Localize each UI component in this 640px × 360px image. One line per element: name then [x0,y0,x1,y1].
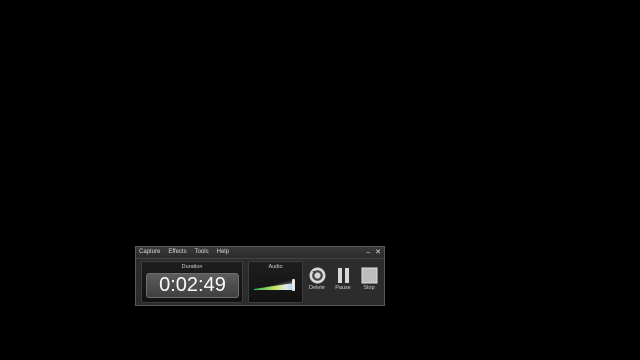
recorder-toolbar: Capture Effects Tools Help – ✕ Duration … [135,246,385,306]
delete-label: Delete [309,285,325,291]
stop-label: Stop [363,285,375,291]
close-button[interactable]: ✕ [375,247,381,258]
duration-label: Duration [181,264,203,270]
stop-button[interactable]: Stop [358,267,380,291]
menu-bar: Capture Effects Tools Help – ✕ [136,247,384,259]
stop-icon [361,267,377,284]
pause-label: Pause [335,285,351,291]
audio-panel: Audio [248,261,303,303]
refresh-delete-icon [309,267,325,284]
pause-button[interactable]: Pause [332,267,354,291]
delete-button[interactable]: Delete [306,267,328,291]
menu-tools[interactable]: Tools [195,247,209,258]
duration-timer: 0:02:49 [146,273,239,298]
menu-effects[interactable]: Effects [168,247,186,258]
audio-level-meter[interactable] [254,278,298,292]
minimize-button[interactable]: – [366,247,370,258]
menu-help[interactable]: Help [217,247,229,258]
duration-panel: Duration 0:02:49 [141,261,243,303]
pause-icon [337,268,349,283]
menu-capture[interactable]: Capture [139,247,160,258]
audio-label: Audio [268,264,283,270]
